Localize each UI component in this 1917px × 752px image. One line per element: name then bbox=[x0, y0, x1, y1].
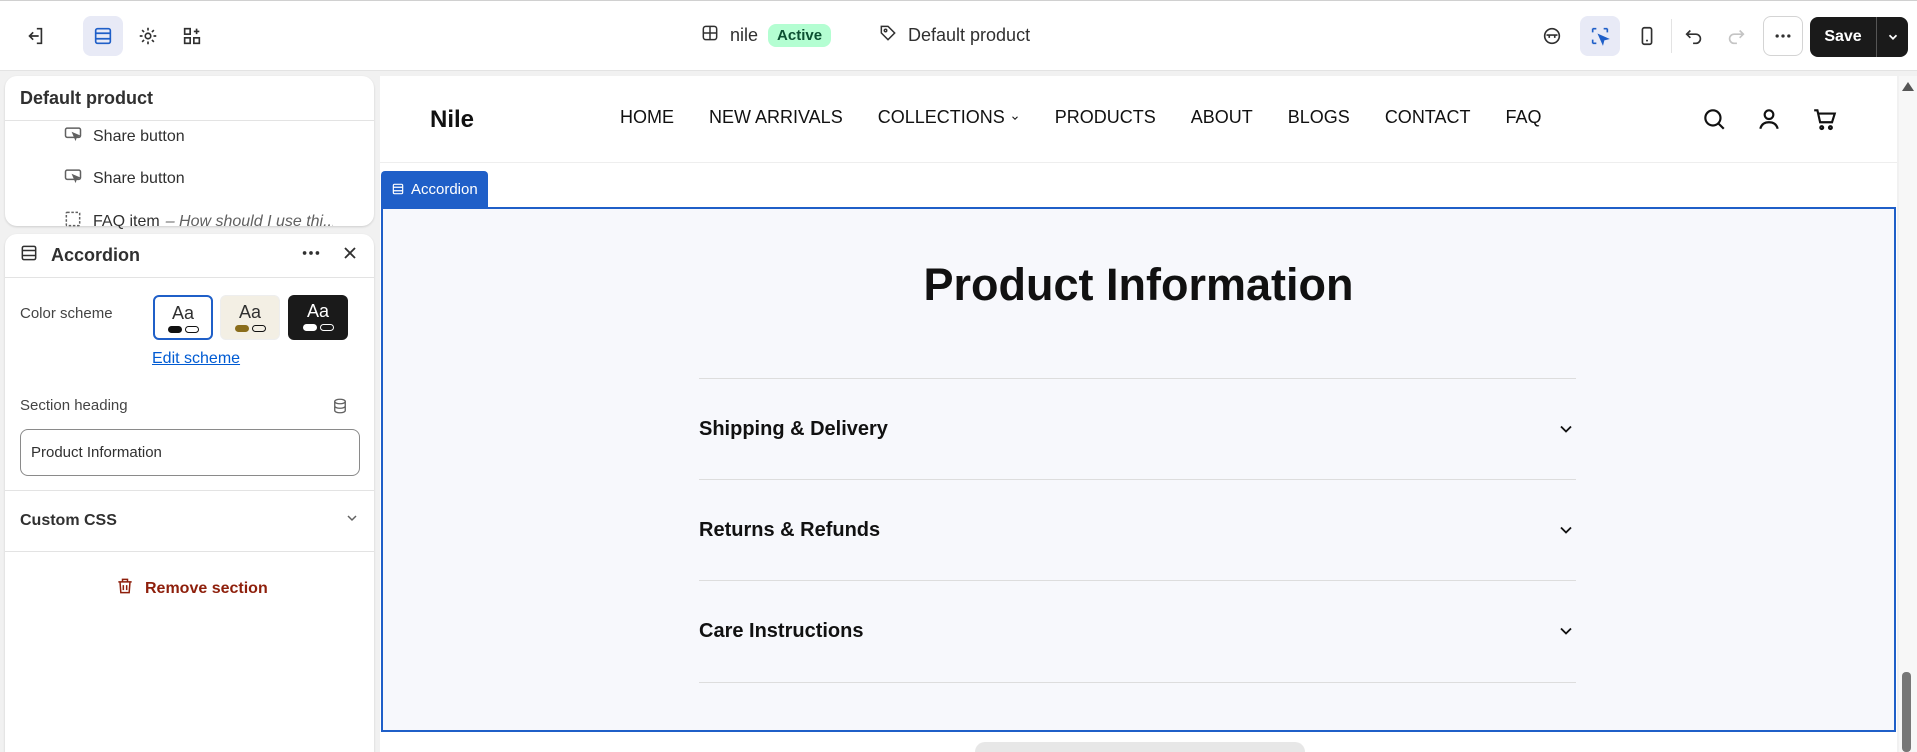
layout-icon bbox=[700, 23, 720, 48]
nav-item-about[interactable]: ABOUT bbox=[1191, 107, 1253, 128]
accordion-item[interactable]: Shipping & Delivery bbox=[699, 378, 1576, 479]
section-tag[interactable]: Accordion bbox=[381, 171, 488, 207]
divider bbox=[5, 490, 374, 491]
tree-title: Default product bbox=[5, 76, 374, 121]
template-selector[interactable]: Default product bbox=[878, 23, 1030, 48]
sections-icon[interactable] bbox=[83, 16, 123, 56]
account-icon[interactable] bbox=[1756, 106, 1782, 132]
search-icon[interactable] bbox=[1701, 106, 1727, 132]
accordion-icon bbox=[392, 183, 404, 195]
chevron-down-icon bbox=[1560, 627, 1572, 635]
section-tag-label: Accordion bbox=[411, 180, 478, 198]
custom-css-label: Custom CSS bbox=[20, 511, 117, 529]
mobile-icon[interactable] bbox=[1627, 16, 1667, 56]
chevron-down-icon bbox=[1560, 425, 1572, 433]
main-nav: HOME NEW ARRIVALS COLLECTIONS PRODUCTS A… bbox=[620, 107, 1542, 128]
nav-label: COLLECTIONS bbox=[877, 107, 1005, 127]
tree-item[interactable]: Share button bbox=[63, 166, 185, 191]
remove-section-label: Remove section bbox=[145, 579, 268, 597]
trash-icon bbox=[115, 576, 135, 601]
accordion-item[interactable]: Returns & Refunds bbox=[699, 479, 1576, 580]
store-name: nile bbox=[730, 25, 759, 45]
edit-scheme-link[interactable]: Edit scheme bbox=[152, 350, 240, 368]
tree-item-subtitle: – How should I use thi... bbox=[165, 212, 333, 230]
exit-icon[interactable] bbox=[15, 16, 55, 56]
close-icon[interactable] bbox=[340, 243, 360, 268]
chevron-down-icon[interactable] bbox=[1876, 17, 1908, 57]
chevron-down-icon bbox=[344, 510, 360, 531]
dynamic-source-icon[interactable] bbox=[331, 397, 349, 420]
nav-item-blogs[interactable]: BLOGS bbox=[1288, 107, 1350, 128]
settings-icon[interactable] bbox=[128, 16, 168, 56]
store-logo[interactable]: Nile bbox=[430, 106, 474, 134]
tree-item-label: Share button bbox=[93, 169, 185, 187]
color-scheme-label: Color scheme bbox=[20, 305, 113, 322]
tree-item-label: FAQ item bbox=[93, 212, 160, 230]
accordion-item[interactable]: Care Instructions bbox=[699, 580, 1576, 681]
chevron-down-icon bbox=[1011, 116, 1018, 120]
redo-icon[interactable] bbox=[1716, 16, 1756, 56]
chevron-down-icon bbox=[1560, 526, 1572, 534]
accordion-item-title: Returns & Refunds bbox=[699, 518, 881, 541]
color-scheme-option[interactable]: Aa bbox=[288, 295, 348, 340]
preview-toolbar-pill[interactable] bbox=[975, 742, 1305, 752]
section-heading-label: Section heading bbox=[20, 397, 128, 414]
scheme-sample-text: Aa bbox=[171, 303, 195, 323]
scroll-up-arrow[interactable] bbox=[1902, 82, 1914, 91]
nav-item-home[interactable]: HOME bbox=[620, 107, 674, 128]
site-header: Nile HOME NEW ARRIVALS COLLECTIONS PRODU… bbox=[380, 76, 1897, 163]
template-name: Default product bbox=[908, 25, 1031, 45]
inspector-icon[interactable] bbox=[1580, 16, 1620, 56]
nav-item-collections[interactable]: COLLECTIONS bbox=[878, 107, 1020, 128]
accordion-item-title: Shipping & Delivery bbox=[699, 417, 888, 440]
section-tree-panel: Default product bbox=[5, 76, 374, 226]
custom-css-toggle[interactable]: Custom CSS bbox=[20, 510, 360, 531]
color-scheme-option[interactable]: Aa bbox=[220, 295, 280, 340]
scheme-sample-text: Aa bbox=[306, 301, 330, 321]
accordion-bottom-divider bbox=[699, 682, 1576, 683]
section-settings-panel: Accordion Color scheme Aa Aa Aa Edit sch… bbox=[5, 234, 374, 752]
panel-title: Accordion bbox=[51, 245, 141, 265]
tree-item[interactable]: Share button bbox=[63, 124, 185, 149]
save-button[interactable]: Save bbox=[1810, 17, 1908, 57]
accordion-icon bbox=[19, 243, 39, 268]
share-button-icon bbox=[63, 124, 83, 149]
preview-scrollbar-track[interactable] bbox=[1899, 76, 1917, 752]
remove-section-button[interactable]: Remove section bbox=[115, 576, 268, 601]
tree-item-label: Share button bbox=[93, 127, 185, 145]
panel-header: Accordion bbox=[5, 234, 374, 278]
nav-item-faq[interactable]: FAQ bbox=[1505, 107, 1541, 128]
save-label: Save bbox=[1824, 28, 1862, 45]
apps-icon[interactable] bbox=[172, 16, 212, 56]
share-button-icon bbox=[63, 166, 83, 191]
scheme-sample-text: Aa bbox=[238, 302, 262, 322]
divider bbox=[5, 551, 374, 552]
block-icon bbox=[63, 209, 83, 234]
tree-item[interactable]: FAQ item – How should I use thi... bbox=[63, 209, 333, 234]
section-heading-input[interactable] bbox=[20, 429, 360, 476]
store-info: nile Active bbox=[700, 23, 832, 48]
color-scheme-option[interactable]: Aa bbox=[153, 295, 213, 340]
nav-item-contact[interactable]: CONTACT bbox=[1385, 107, 1471, 128]
tag-icon bbox=[878, 23, 898, 48]
nav-item-new-arrivals[interactable]: NEW ARRIVALS bbox=[709, 107, 843, 128]
more-icon[interactable] bbox=[1763, 16, 1803, 56]
top-bar: nile Active Default product Save bbox=[0, 0, 1917, 71]
status-badge: Active bbox=[768, 24, 832, 47]
cart-icon[interactable] bbox=[1811, 106, 1839, 132]
theme-icon[interactable] bbox=[1532, 16, 1572, 56]
more-icon[interactable] bbox=[300, 242, 322, 269]
nav-item-products[interactable]: PRODUCTS bbox=[1055, 107, 1156, 128]
undo-icon[interactable] bbox=[1674, 16, 1714, 56]
accordion-heading: Product Information bbox=[923, 259, 1354, 310]
preview-scrollbar[interactable] bbox=[1902, 672, 1911, 752]
accordion-item-title: Care Instructions bbox=[699, 619, 864, 642]
toolbar-divider bbox=[1671, 19, 1672, 53]
